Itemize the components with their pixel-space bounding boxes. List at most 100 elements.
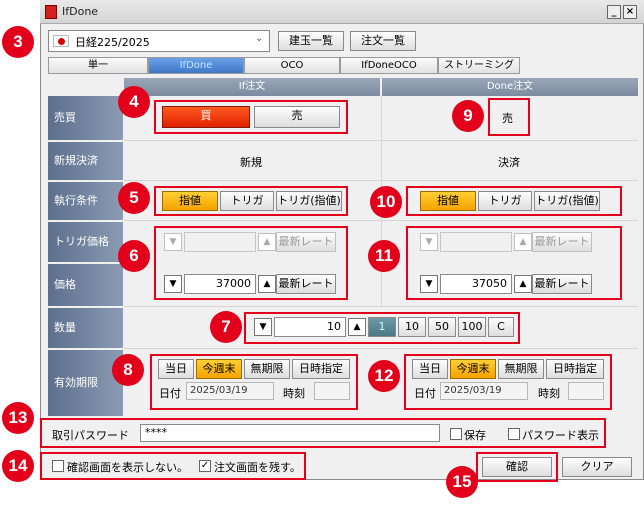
save-password-label: 保存: [464, 429, 486, 442]
quantity-label: 数量: [48, 308, 123, 348]
annotation-badge: 11: [368, 240, 400, 272]
annotation-badge: 12: [368, 360, 400, 392]
if-order-header: If注文: [124, 78, 380, 96]
tab-oco[interactable]: OCO: [244, 57, 340, 74]
show-password-label: パスワード表示: [522, 429, 599, 442]
done-order-header: Done注文: [382, 78, 638, 96]
annotation-badge: 6: [118, 240, 150, 272]
trigger-price-label: トリガ価格: [48, 222, 123, 262]
expiry-label: 有効期限: [48, 350, 123, 416]
position-list-button[interactable]: 建玉一覧: [278, 31, 344, 51]
if-expiry-unlimited-button[interactable]: 無期限: [244, 359, 290, 379]
if-price-up-icon[interactable]: ▲: [258, 275, 276, 293]
close-icon[interactable]: ×: [623, 5, 637, 19]
qty-preset-button[interactable]: 10: [398, 317, 426, 337]
minimize-icon[interactable]: _: [607, 5, 621, 19]
done-side-value: 売: [502, 112, 513, 125]
done-latest-rate-button[interactable]: 最新レート: [532, 274, 592, 294]
tab-ifdone[interactable]: IfDone: [148, 57, 244, 74]
quantity-input[interactable]: 10: [274, 317, 346, 337]
if-time-input: [314, 382, 350, 400]
if-trigger-latest-rate-button: 最新レート: [276, 232, 336, 252]
qty-preset-button[interactable]: 100: [458, 317, 486, 337]
done-limit-button[interactable]: 指値: [420, 191, 476, 211]
row-divider: [124, 348, 638, 349]
done-price-down-icon[interactable]: ▼: [420, 275, 438, 293]
if-trigger-button[interactable]: トリガ: [220, 191, 274, 211]
side-label: 売買: [48, 96, 123, 140]
keep-order-label: 注文画面を残す。: [214, 461, 301, 474]
if-trigger-price-input: [184, 232, 256, 252]
done-trigger-latest-rate-button: 最新レート: [532, 232, 592, 252]
qty-preset-button[interactable]: 1: [368, 317, 396, 337]
annotation-badge: 5: [118, 182, 150, 214]
done-date-input: 2025/03/19: [440, 382, 528, 400]
done-trigger-limit-button[interactable]: トリガ(指値): [534, 191, 600, 211]
if-latest-rate-button[interactable]: 最新レート: [276, 274, 336, 294]
done-expiry-datetime-button[interactable]: 日時指定: [546, 359, 604, 379]
hide-confirm-checkbox[interactable]: [52, 460, 64, 472]
done-trigger-button[interactable]: トリガ: [478, 191, 532, 211]
sell-button[interactable]: 売: [254, 106, 340, 128]
done-time-input: [568, 382, 604, 400]
qty-preset-button[interactable]: 50: [428, 317, 456, 337]
done-expiry-today-button[interactable]: 当日: [412, 359, 448, 379]
symbol-select[interactable]: 日経225/2025 ⌄: [48, 30, 270, 52]
new-close-label: 新規決済: [48, 142, 123, 180]
done-trigger-price-input: [440, 232, 512, 252]
tab-single[interactable]: 単一: [48, 57, 148, 74]
keep-order-checkbox[interactable]: ✓: [199, 460, 211, 472]
done-price-up-icon[interactable]: ▲: [514, 275, 532, 293]
title-bar: [40, 0, 644, 24]
confirm-button[interactable]: 確認: [482, 457, 552, 477]
row-divider: [124, 306, 638, 307]
if-date-input: 2025/03/19: [186, 382, 274, 400]
hide-confirm-label: 確認画面を表示しない。: [67, 461, 188, 474]
done-expiry-weekend-button[interactable]: 今週末: [450, 359, 496, 379]
qty-down-icon[interactable]: ▼: [254, 318, 272, 336]
if-trigger-limit-button[interactable]: トリガ(指値): [276, 191, 342, 211]
done-trigger-up-icon: ▲: [514, 233, 532, 251]
order-list-button[interactable]: 注文一覧: [350, 31, 416, 51]
annotation-badge: 7: [210, 311, 242, 343]
if-time-label: 時刻: [283, 387, 305, 400]
if-expiry-datetime-button[interactable]: 日時指定: [292, 359, 350, 379]
done-price-input[interactable]: 37050: [440, 274, 512, 294]
symbol-value: 日経225/2025: [75, 36, 150, 49]
if-expiry-today-button[interactable]: 当日: [158, 359, 194, 379]
password-label: 取引パスワード: [52, 429, 129, 442]
qty-clear-button[interactable]: C: [488, 317, 514, 337]
price-label: 価格: [48, 264, 123, 306]
if-trigger-down-icon: ▼: [164, 233, 182, 251]
window-title: IfDone: [62, 5, 99, 18]
done-expiry-unlimited-button[interactable]: 無期限: [498, 359, 544, 379]
clear-button[interactable]: クリア: [562, 457, 632, 477]
annotation-badge: 4: [118, 86, 150, 118]
exec-condition-label: 執行条件: [48, 182, 123, 220]
annotation-badge: 15: [446, 466, 478, 498]
buy-button[interactable]: 買: [162, 106, 250, 128]
tab-ifdoneoco[interactable]: IfDoneOCO: [340, 57, 438, 74]
annotation-badge: 9: [452, 100, 484, 132]
annotation-badge: 10: [370, 186, 402, 218]
done-date-label: 日付: [414, 387, 436, 400]
app-logo-icon: [45, 5, 57, 19]
done-trigger-down-icon: ▼: [420, 233, 438, 251]
qty-up-icon[interactable]: ▲: [348, 318, 366, 336]
save-password-checkbox[interactable]: [450, 428, 462, 440]
tab-streaming[interactable]: ストリーミング: [438, 57, 520, 74]
if-price-down-icon[interactable]: ▼: [164, 275, 182, 293]
annotation-badge: 8: [112, 354, 144, 386]
if-new-close-value: 新規: [240, 156, 262, 169]
if-limit-button[interactable]: 指値: [162, 191, 218, 211]
chevron-down-icon: ⌄: [255, 33, 264, 44]
if-date-label: 日付: [159, 387, 181, 400]
password-input[interactable]: ****: [140, 424, 440, 442]
done-new-close-value: 決済: [498, 156, 520, 169]
japan-flag-icon: [53, 35, 69, 47]
show-password-checkbox[interactable]: [508, 428, 520, 440]
if-price-input[interactable]: 37000: [184, 274, 256, 294]
if-expiry-weekend-button[interactable]: 今週末: [196, 359, 242, 379]
done-time-label: 時刻: [538, 387, 560, 400]
if-trigger-up-icon: ▲: [258, 233, 276, 251]
